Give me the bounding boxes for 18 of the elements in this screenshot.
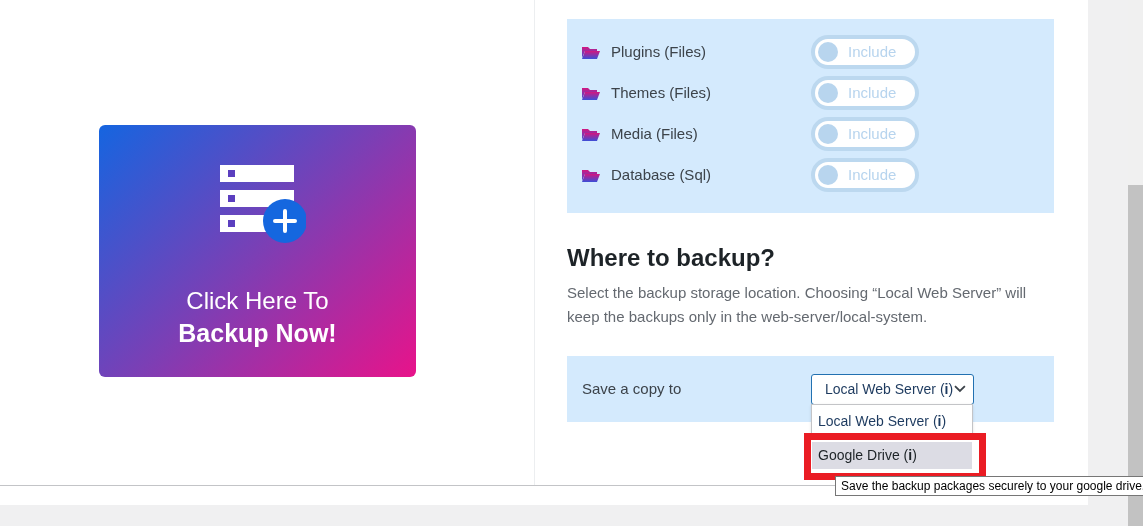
item-label: Database (Sql) <box>611 164 713 185</box>
field-label: Save a copy to <box>582 378 683 399</box>
folder-icon <box>582 45 600 59</box>
section-heading: Where to backup? <box>567 243 777 273</box>
folder-icon <box>582 127 600 141</box>
item-label: Plugins (Files) <box>611 41 708 62</box>
chevron-down-icon <box>953 384 967 394</box>
card-title: Click Here To <box>186 286 329 316</box>
dropdown-option[interactable]: Local Web Server (i) <box>812 408 972 435</box>
storage-select[interactable]: Local Web Server (i) <box>811 373 974 405</box>
dropdown-option[interactable]: Google Drive (i) <box>812 442 972 469</box>
backup-now-button[interactable]: Click Here To Backup Now! <box>99 125 416 377</box>
folder-icon <box>582 86 600 100</box>
folder-icon <box>582 168 600 182</box>
item-label: Media (Files) <box>611 123 699 144</box>
section-description: Select the backup storage location. Choosing “Local Web Server” will keep the backups only in the web-server/local-system. <box>567 283 1028 327</box>
item-label: Themes (Files) <box>611 82 712 103</box>
card-title: Backup Now! <box>178 318 337 349</box>
